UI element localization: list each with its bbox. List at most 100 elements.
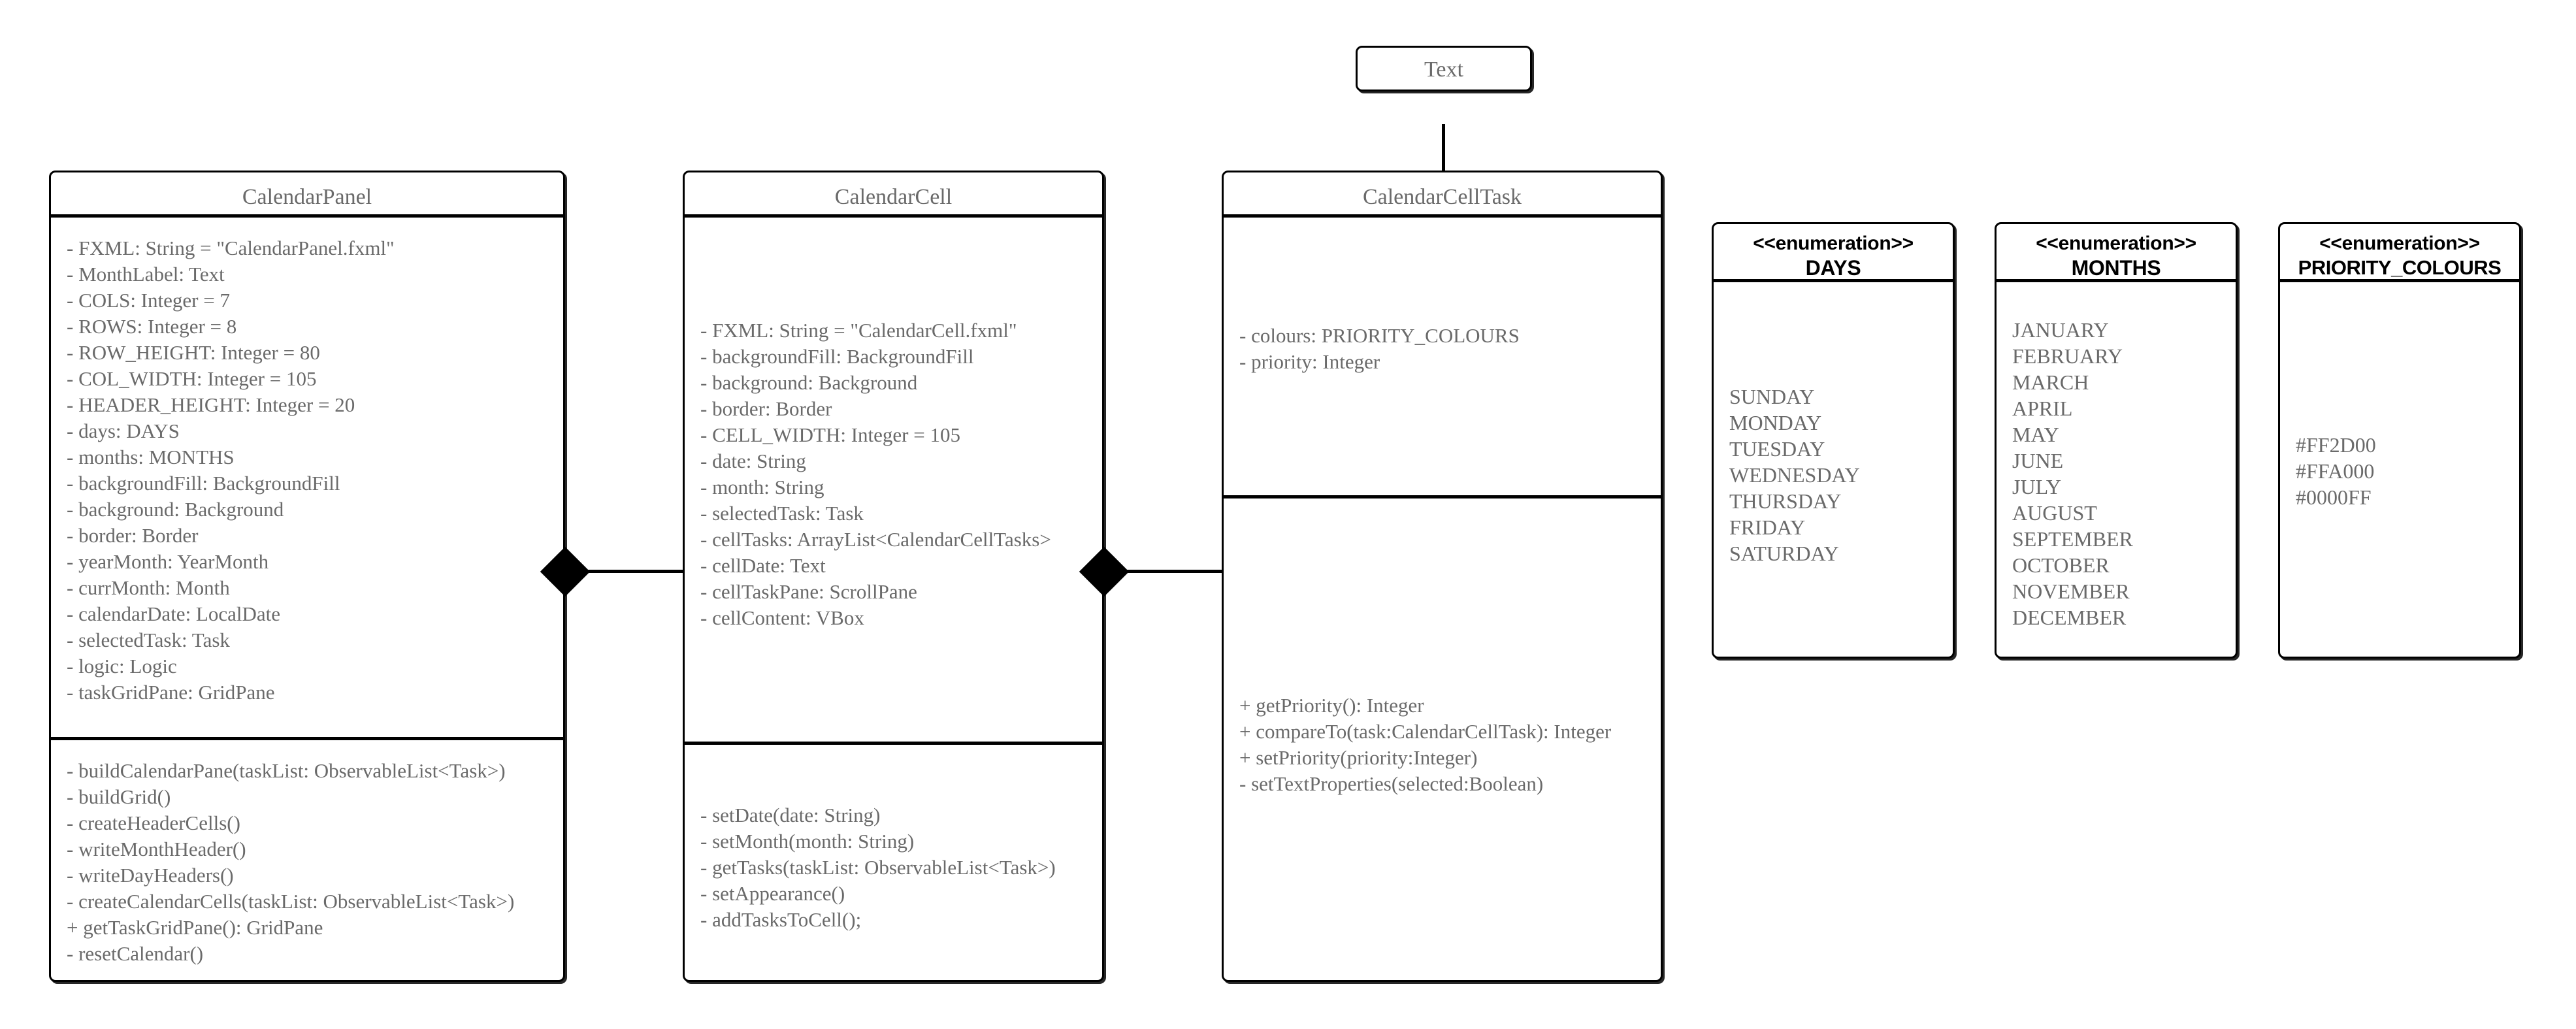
class-box-calendar-panel[interactable]: CalendarPanel - FXML: String = "Calendar… xyxy=(49,171,565,982)
enum-name-months: MONTHS xyxy=(2071,256,2161,280)
class-title-text: Text xyxy=(1424,57,1463,82)
enum-value: MONDAY xyxy=(1729,411,1822,434)
enum-value: #0000FF xyxy=(2296,485,2372,509)
enum-value: #FFA000 xyxy=(2296,459,2375,483)
class-title-calendar-panel: CalendarPanel xyxy=(242,185,372,209)
enum-stereotype-priority-colours: <<enumeration>> xyxy=(2319,233,2480,254)
enum-value: JANUARY xyxy=(2012,318,2109,342)
attributes-compartment-calendar-cell-task: - colours: PRIORITY_COLOURS - priority: … xyxy=(1224,323,1661,375)
attribute-line: - FXML: String = "CalendarPanel.fxml" xyxy=(67,237,395,259)
compartment-divider-methods xyxy=(1224,495,1661,498)
attribute-line: - background: Background xyxy=(67,498,284,521)
enum-header-days: <<enumeration>> DAYS xyxy=(1714,224,1953,280)
enum-values-compartment-months: JANUARY FEBRUARY MARCH APRIL MAY JUNE JU… xyxy=(1997,317,2236,630)
enum-box-months[interactable]: <<enumeration>> MONTHS JANUARY FEBRUARY … xyxy=(1995,222,2238,659)
enum-box-days[interactable]: <<enumeration>> DAYS SUNDAY MONDAY TUESD… xyxy=(1712,222,1955,659)
enum-box-priority-colours[interactable]: <<enumeration>> PRIORITY_COLOURS #FF2D00… xyxy=(2278,222,2521,659)
method-line: - writeDayHeaders() xyxy=(67,864,234,887)
attribute-line: - calendarDate: LocalDate xyxy=(67,602,281,625)
method-line: - setDate(date: String) xyxy=(700,804,881,826)
attribute-line: - currMonth: Month xyxy=(67,576,230,599)
methods-compartment-calendar-cell: - setDate(date: String) - setMonth(month… xyxy=(685,802,1102,933)
methods-compartment-calendar-panel: - buildCalendarPane(taskList: Observable… xyxy=(51,758,563,967)
enum-compartment-divider xyxy=(2280,279,2519,282)
method-line: + compareTo(task:CalendarCellTask): Inte… xyxy=(1239,720,1612,743)
enum-value: AUGUST xyxy=(2012,501,2097,525)
attribute-line: - cellContent: VBox xyxy=(700,606,864,629)
enum-compartment-divider xyxy=(1714,279,1953,282)
attribute-line: - COL_WIDTH: Integer = 105 xyxy=(67,367,317,390)
attribute-line: - cellTasks: ArrayList<CalendarCellTasks… xyxy=(700,528,1051,551)
attribute-line: - ROW_HEIGHT: Integer = 80 xyxy=(67,341,320,364)
enum-value: APRIL xyxy=(2012,397,2073,420)
class-box-text[interactable]: Text xyxy=(1356,46,1532,91)
attribute-line: - cellTaskPane: ScrollPane xyxy=(700,580,917,603)
enum-value: #FF2D00 xyxy=(2296,433,2376,457)
enum-value: MARCH xyxy=(2012,370,2089,394)
class-box-calendar-cell[interactable]: CalendarCell - FXML: String = "CalendarC… xyxy=(683,171,1104,982)
attribute-line: - background: Background xyxy=(700,371,918,394)
attribute-line: - HEADER_HEIGHT: Integer = 20 xyxy=(67,393,355,416)
enum-values-compartment-priority-colours: #FF2D00 #FFA000 #0000FF xyxy=(2280,432,2519,510)
attribute-line: - taskGridPane: GridPane xyxy=(67,681,275,704)
method-line: - createHeaderCells() xyxy=(67,811,240,834)
method-line: - setAppearance() xyxy=(700,882,845,905)
attribute-line: - logic: Logic xyxy=(67,655,177,678)
attribute-line: - CELL_WIDTH: Integer = 105 xyxy=(700,423,960,446)
compartment-divider-attributes xyxy=(685,214,1102,218)
method-line: + getPriority(): Integer xyxy=(1239,694,1424,717)
method-line: + getTaskGridPane(): GridPane xyxy=(67,916,323,939)
attribute-line: - border: Border xyxy=(67,524,199,547)
attribute-line: - yearMonth: YearMonth xyxy=(67,550,269,573)
enum-value: TUESDAY xyxy=(1729,437,1825,461)
enum-header-priority-colours: <<enumeration>> PRIORITY_COLOURS xyxy=(2280,224,2519,280)
attribute-line: - selectedTask: Task xyxy=(67,629,230,651)
enum-stereotype-days: <<enumeration>> xyxy=(1753,233,1914,254)
generalization-line-task-to-text xyxy=(1442,124,1445,173)
enum-value: JUNE xyxy=(2012,449,2064,472)
enum-value: SUNDAY xyxy=(1729,385,1815,408)
composition-line-panel-cell xyxy=(583,570,684,573)
attribute-line: - backgroundFill: BackgroundFill xyxy=(67,472,340,495)
enum-value: SATURDAY xyxy=(1729,542,1839,565)
attribute-line: - months: MONTHS xyxy=(67,446,235,468)
method-line: - setTextProperties(selected:Boolean) xyxy=(1239,772,1544,795)
enum-value: FRIDAY xyxy=(1729,515,1806,539)
compartment-divider-methods xyxy=(685,742,1102,745)
enum-value: SEPTEMBER xyxy=(2012,527,2133,551)
class-box-calendar-cell-task[interactable]: CalendarCellTask - colours: PRIORITY_COL… xyxy=(1222,171,1663,982)
attribute-line: - selectedTask: Task xyxy=(700,502,864,525)
attribute-line: - month: String xyxy=(700,476,824,498)
method-line: - addTasksToCell(); xyxy=(700,908,862,931)
enum-header-months: <<enumeration>> MONTHS xyxy=(1997,224,2236,280)
method-line: - writeMonthHeader() xyxy=(67,838,246,860)
class-title-calendar-cell-task: CalendarCellTask xyxy=(1362,185,1522,209)
method-line: - setMonth(month: String) xyxy=(700,830,915,853)
enum-value: FEBRUARY xyxy=(2012,344,2123,368)
class-title-calendar-cell: CalendarCell xyxy=(834,185,953,209)
compartment-divider-attributes xyxy=(51,214,563,218)
method-line: + setPriority(priority:Integer) xyxy=(1239,746,1478,769)
attribute-line: - ROWS: Integer = 8 xyxy=(67,315,237,338)
enum-values-compartment-days: SUNDAY MONDAY TUESDAY WEDNESDAY THURSDAY… xyxy=(1714,384,1953,566)
uml-class-diagram-canvas: Text CalendarPanel - FXML: String = "Cal… xyxy=(0,0,2576,1029)
enum-value: MAY xyxy=(2012,423,2059,446)
attribute-line: - MonthLabel: Text xyxy=(67,263,225,286)
enum-value: DECEMBER xyxy=(2012,606,2127,629)
enum-value: OCTOBER xyxy=(2012,553,2110,577)
method-line: - buildCalendarPane(taskList: Observable… xyxy=(67,759,506,782)
method-line: - createCalendarCells(taskList: Observab… xyxy=(67,890,515,913)
attributes-compartment-calendar-panel: - FXML: String = "CalendarPanel.fxml" - … xyxy=(51,235,563,706)
compartment-divider-methods xyxy=(51,737,563,740)
attribute-line: - cellDate: Text xyxy=(700,554,826,577)
attribute-line: - FXML: String = "CalendarCell.fxml" xyxy=(700,319,1017,342)
enum-value: NOVEMBER xyxy=(2012,580,2130,603)
attribute-line: - colours: PRIORITY_COLOURS xyxy=(1239,324,1520,347)
method-line: - buildGrid() xyxy=(67,785,171,808)
enum-name-days: DAYS xyxy=(1805,256,1861,280)
attribute-line: - days: DAYS xyxy=(67,419,180,442)
enum-value: THURSDAY xyxy=(1729,489,1842,513)
enum-compartment-divider xyxy=(1997,279,2236,282)
enum-value: JULY xyxy=(2012,475,2062,498)
enum-stereotype-months: <<enumeration>> xyxy=(2036,233,2196,254)
